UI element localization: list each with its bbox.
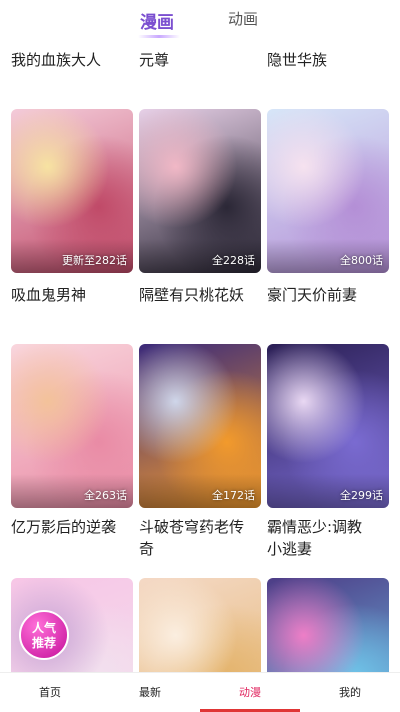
tab-active-indicator bbox=[138, 35, 180, 38]
comic-title-row: 亿万影后的逆袭 斗破苍穹药老传 霸情恶少:调教 bbox=[0, 517, 400, 537]
comic-title[interactable]: 亿万影后的逆袭 bbox=[11, 517, 116, 537]
comic-card[interactable]: 更新至282话 bbox=[11, 109, 133, 273]
comic-card[interactable]: 全299话 bbox=[267, 344, 389, 508]
popular-recommend-badge: 人气 推荐 bbox=[19, 610, 69, 660]
badge-line: 推荐 bbox=[31, 636, 56, 650]
tab-manhua[interactable]: 漫画 bbox=[140, 8, 174, 33]
nav-anime[interactable]: 动漫 bbox=[200, 673, 300, 712]
comic-title[interactable]: 霸情恶少:调教 bbox=[267, 517, 362, 537]
comic-title[interactable]: 我的血族大人 bbox=[11, 50, 101, 70]
comic-title-line2[interactable]: 奇 bbox=[139, 539, 154, 559]
tab-donghua[interactable]: 动画 bbox=[228, 8, 258, 29]
comic-title-line2[interactable]: 小逃妻 bbox=[267, 539, 312, 559]
comic-title-row: 奇 小逃妻 bbox=[0, 539, 400, 559]
comic-card[interactable]: 全263话 bbox=[11, 344, 133, 508]
nav-home[interactable]: 首页 bbox=[0, 673, 100, 712]
bottom-nav: 首页 最新 动漫 我的 bbox=[0, 672, 400, 712]
comic-card[interactable]: 全172话 bbox=[139, 344, 261, 508]
top-tab-bar: 漫画 动画 bbox=[0, 0, 400, 44]
comic-title[interactable]: 吸血鬼男神 bbox=[11, 285, 86, 305]
badge-line: 人气 bbox=[31, 621, 56, 635]
episode-count: 全299话 bbox=[340, 489, 383, 502]
comic-card[interactable]: 全800话 bbox=[267, 109, 389, 273]
episode-count: 全263话 bbox=[84, 489, 127, 502]
episode-count: 全800话 bbox=[340, 254, 383, 267]
comic-title-row: 我的血族大人 元尊 隐世华族 bbox=[0, 50, 400, 70]
comic-card[interactable]: 全228话 bbox=[139, 109, 261, 273]
episode-count: 全228话 bbox=[212, 254, 255, 267]
comic-title[interactable]: 隐世华族 bbox=[267, 50, 327, 70]
comic-title[interactable]: 元尊 bbox=[139, 50, 169, 70]
comic-title-row: 吸血鬼男神 隔壁有只桃花妖 豪门天价前妻 bbox=[0, 285, 400, 305]
episode-count: 更新至282话 bbox=[62, 254, 127, 267]
nav-latest[interactable]: 最新 bbox=[100, 673, 200, 712]
nav-mine[interactable]: 我的 bbox=[300, 673, 400, 712]
comic-title[interactable]: 隔壁有只桃花妖 bbox=[139, 285, 244, 305]
comic-title[interactable]: 豪门天价前妻 bbox=[267, 285, 357, 305]
episode-count: 全172话 bbox=[212, 489, 255, 502]
comic-title[interactable]: 斗破苍穹药老传 bbox=[139, 517, 244, 537]
